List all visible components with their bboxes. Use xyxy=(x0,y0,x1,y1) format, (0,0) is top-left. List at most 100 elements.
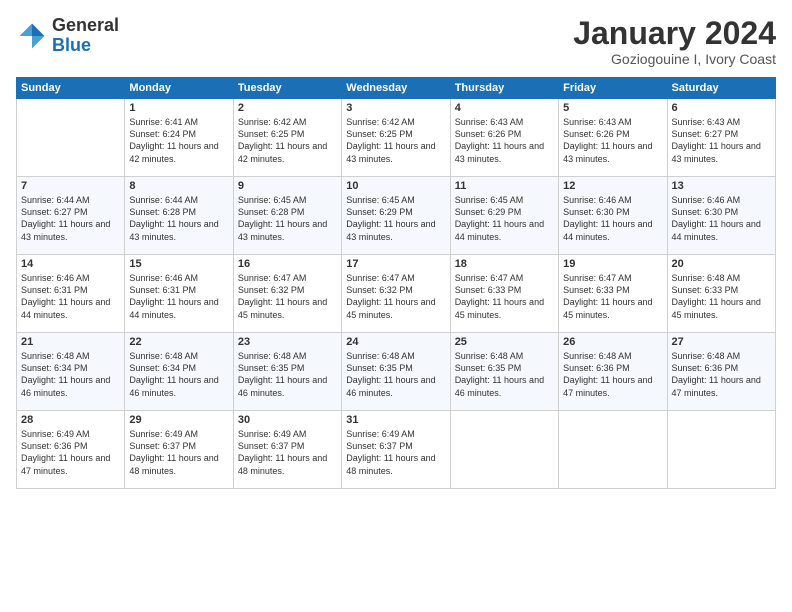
weekday-header-sunday: Sunday xyxy=(17,78,125,99)
day-number: 20 xyxy=(672,258,771,270)
cell-info: Sunrise: 6:48 AMSunset: 6:34 PMDaylight:… xyxy=(129,350,228,399)
cell-info: Sunrise: 6:43 AMSunset: 6:26 PMDaylight:… xyxy=(563,116,662,165)
calendar-cell: 17 Sunrise: 6:47 AMSunset: 6:32 PMDayligh… xyxy=(342,255,450,333)
calendar-week-row: 1 Sunrise: 6:41 AMSunset: 6:24 PMDaylight… xyxy=(17,99,776,177)
day-number: 13 xyxy=(672,180,771,192)
cell-info: Sunrise: 6:46 AMSunset: 6:31 PMDaylight:… xyxy=(21,272,120,321)
calendar-week-row: 7 Sunrise: 6:44 AMSunset: 6:27 PMDaylight… xyxy=(17,177,776,255)
cell-info: Sunrise: 6:49 AMSunset: 6:37 PMDaylight:… xyxy=(346,428,445,477)
day-number: 26 xyxy=(563,336,662,348)
calendar-cell: 10Sunrise: 6:45 AMSunset: 6:29 PMDayligh… xyxy=(342,177,450,255)
cell-info: Sunrise: 6:48 AMSunset: 6:34 PMDaylight:… xyxy=(21,350,120,399)
cell-info: Sunrise: 6:46 AMSunset: 6:30 PMDaylight:… xyxy=(563,194,662,243)
cell-info: Sunrise: 6:49 AMSunset: 6:36 PMDaylight:… xyxy=(21,428,120,477)
cell-info: Sunrise: 6:47 AMSunset: 6:32 PMDaylight:… xyxy=(346,272,445,321)
cell-info: Sunrise: 6:44 AMSunset: 6:27 PMDaylight:… xyxy=(21,194,120,243)
cell-info: Sunrise: 6:47 AMSunset: 6:33 PMDaylight:… xyxy=(455,272,554,321)
cell-info: Sunrise: 6:48 AMSunset: 6:36 PMDaylight:… xyxy=(563,350,662,399)
calendar-week-row: 28 Sunrise: 6:49 AMSunset: 6:36 PMDayligh… xyxy=(17,411,776,489)
calendar-cell: 11Sunrise: 6:45 AMSunset: 6:29 PMDayligh… xyxy=(450,177,558,255)
day-number: 11 xyxy=(455,180,554,192)
day-number: 3 xyxy=(346,102,445,114)
cell-info: Sunrise: 6:41 AMSunset: 6:24 PMDaylight:… xyxy=(129,116,228,165)
cell-info: Sunrise: 6:46 AMSunset: 6:30 PMDaylight:… xyxy=(672,194,771,243)
weekday-header-tuesday: Tuesday xyxy=(233,78,341,99)
calendar-cell: 25Sunrise: 6:48 AMSunset: 6:35 PMDayligh… xyxy=(450,333,558,411)
day-number: 12 xyxy=(563,180,662,192)
cell-info: Sunrise: 6:48 AMSunset: 6:35 PMDaylight:… xyxy=(455,350,554,399)
calendar-cell xyxy=(17,99,125,177)
day-number: 7 xyxy=(21,180,120,192)
calendar-cell: 6 Sunrise: 6:43 AMSunset: 6:27 PMDaylight… xyxy=(667,99,775,177)
day-number: 19 xyxy=(563,258,662,270)
cell-info: Sunrise: 6:44 AMSunset: 6:28 PMDaylight:… xyxy=(129,194,228,243)
day-number: 21 xyxy=(21,336,120,348)
calendar-cell xyxy=(450,411,558,489)
calendar-cell: 31Sunrise: 6:49 AMSunset: 6:37 PMDayligh… xyxy=(342,411,450,489)
weekday-header-thursday: Thursday xyxy=(450,78,558,99)
calendar-cell: 5 Sunrise: 6:43 AMSunset: 6:26 PMDaylight… xyxy=(559,99,667,177)
calendar-cell: 3 Sunrise: 6:42 AMSunset: 6:25 PMDaylight… xyxy=(342,99,450,177)
calendar-cell xyxy=(667,411,775,489)
calendar-cell: 8 Sunrise: 6:44 AMSunset: 6:28 PMDaylight… xyxy=(125,177,233,255)
day-number: 15 xyxy=(129,258,228,270)
calendar-cell: 9 Sunrise: 6:45 AMSunset: 6:28 PMDaylight… xyxy=(233,177,341,255)
calendar-cell: 1 Sunrise: 6:41 AMSunset: 6:24 PMDaylight… xyxy=(125,99,233,177)
calendar-cell: 7 Sunrise: 6:44 AMSunset: 6:27 PMDaylight… xyxy=(17,177,125,255)
calendar-cell: 30 Sunrise: 6:49 AMSunset: 6:37 PMDayligh… xyxy=(233,411,341,489)
day-number: 17 xyxy=(346,258,445,270)
day-number: 1 xyxy=(129,102,228,114)
cell-info: Sunrise: 6:42 AMSunset: 6:25 PMDaylight:… xyxy=(346,116,445,165)
cell-info: Sunrise: 6:42 AMSunset: 6:25 PMDaylight:… xyxy=(238,116,337,165)
day-number: 5 xyxy=(563,102,662,114)
calendar-cell: 19 Sunrise: 6:47 AMSunset: 6:33 PMDayligh… xyxy=(559,255,667,333)
calendar-week-row: 14 Sunrise: 6:46 AMSunset: 6:31 PMDayligh… xyxy=(17,255,776,333)
day-number: 9 xyxy=(238,180,337,192)
cell-info: Sunrise: 6:48 AMSunset: 6:35 PMDaylight:… xyxy=(346,350,445,399)
weekday-header-saturday: Saturday xyxy=(667,78,775,99)
weekday-header-wednesday: Wednesday xyxy=(342,78,450,99)
calendar-cell: 2 Sunrise: 6:42 AMSunset: 6:25 PMDaylight… xyxy=(233,99,341,177)
cell-info: Sunrise: 6:48 AMSunset: 6:35 PMDaylight:… xyxy=(238,350,337,399)
calendar-cell: 21 Sunrise: 6:48 AMSunset: 6:34 PMDayligh… xyxy=(17,333,125,411)
cell-info: Sunrise: 6:46 AMSunset: 6:31 PMDaylight:… xyxy=(129,272,228,321)
cell-info: Sunrise: 6:47 AMSunset: 6:33 PMDaylight:… xyxy=(563,272,662,321)
day-number: 2 xyxy=(238,102,337,114)
calendar-cell: 29 Sunrise: 6:49 AMSunset: 6:37 PMDayligh… xyxy=(125,411,233,489)
cell-info: Sunrise: 6:45 AMSunset: 6:28 PMDaylight:… xyxy=(238,194,337,243)
weekday-header-monday: Monday xyxy=(125,78,233,99)
day-number: 14 xyxy=(21,258,120,270)
calendar-cell: 18 Sunrise: 6:47 AMSunset: 6:33 PMDayligh… xyxy=(450,255,558,333)
calendar-cell xyxy=(559,411,667,489)
logo: General Blue xyxy=(16,16,119,56)
logo-blue-text: Blue xyxy=(52,35,91,55)
cell-info: Sunrise: 6:48 AMSunset: 6:33 PMDaylight:… xyxy=(672,272,771,321)
calendar-cell: 15 Sunrise: 6:46 AMSunset: 6:31 PMDayligh… xyxy=(125,255,233,333)
calendar-subtitle: Goziogouine I, Ivory Coast xyxy=(573,51,776,67)
cell-info: Sunrise: 6:48 AMSunset: 6:36 PMDaylight:… xyxy=(672,350,771,399)
cell-info: Sunrise: 6:49 AMSunset: 6:37 PMDaylight:… xyxy=(238,428,337,477)
cell-info: Sunrise: 6:49 AMSunset: 6:37 PMDaylight:… xyxy=(129,428,228,477)
day-number: 6 xyxy=(672,102,771,114)
day-number: 28 xyxy=(21,414,120,426)
logo-icon xyxy=(16,20,48,52)
day-number: 29 xyxy=(129,414,228,426)
calendar-cell: 14 Sunrise: 6:46 AMSunset: 6:31 PMDayligh… xyxy=(17,255,125,333)
calendar-title: January 2024 xyxy=(573,16,776,51)
calendar-cell: 27Sunrise: 6:48 AMSunset: 6:36 PMDayligh… xyxy=(667,333,775,411)
day-number: 23 xyxy=(238,336,337,348)
weekday-header-row: SundayMondayTuesdayWednesdayThursdayFrid… xyxy=(17,78,776,99)
page: General Blue January 2024 Goziogouine I,… xyxy=(0,0,792,612)
day-number: 16 xyxy=(238,258,337,270)
day-number: 30 xyxy=(238,414,337,426)
calendar-cell: 4 Sunrise: 6:43 AMSunset: 6:26 PMDaylight… xyxy=(450,99,558,177)
cell-info: Sunrise: 6:43 AMSunset: 6:26 PMDaylight:… xyxy=(455,116,554,165)
calendar-cell: 16Sunrise: 6:47 AMSunset: 6:32 PMDayligh… xyxy=(233,255,341,333)
calendar-cell: 26 Sunrise: 6:48 AMSunset: 6:36 PMDayligh… xyxy=(559,333,667,411)
day-number: 4 xyxy=(455,102,554,114)
day-number: 8 xyxy=(129,180,228,192)
header: General Blue January 2024 Goziogouine I,… xyxy=(16,16,776,67)
day-number: 18 xyxy=(455,258,554,270)
cell-info: Sunrise: 6:43 AMSunset: 6:27 PMDaylight:… xyxy=(672,116,771,165)
calendar-cell: 24Sunrise: 6:48 AMSunset: 6:35 PMDayligh… xyxy=(342,333,450,411)
